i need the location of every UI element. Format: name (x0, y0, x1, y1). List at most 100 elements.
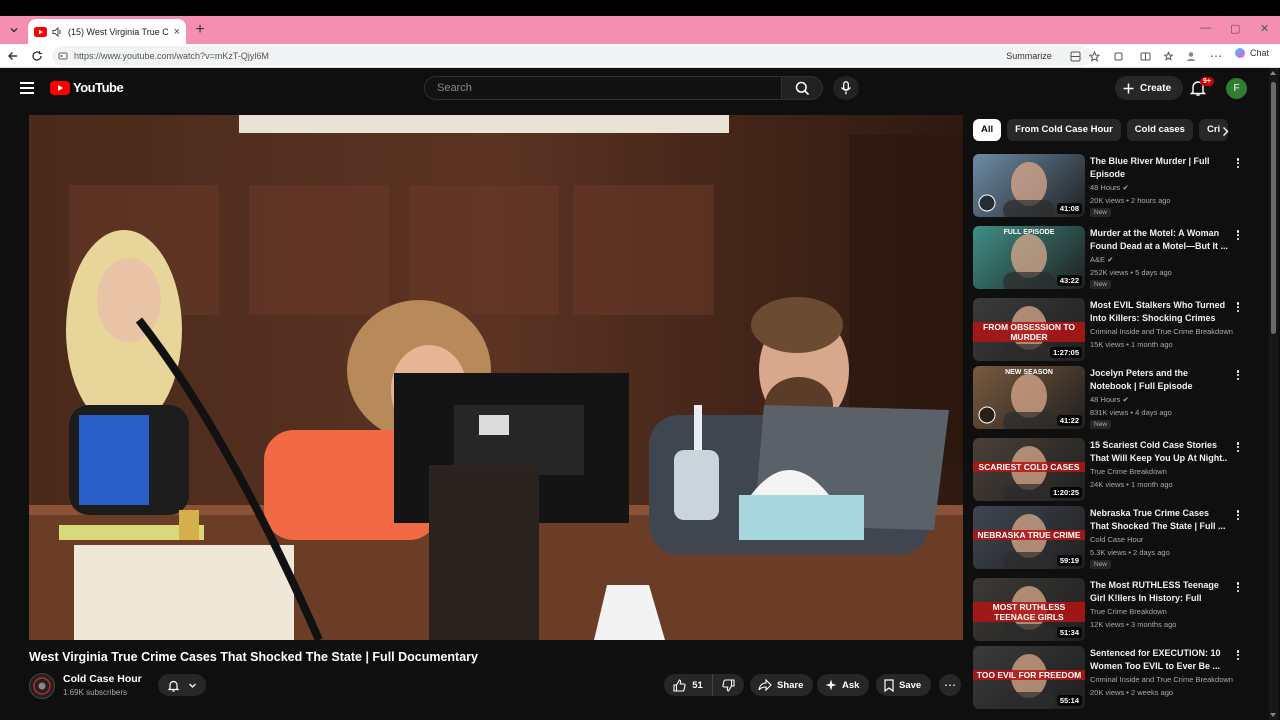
voice-search-button[interactable] (833, 76, 859, 100)
video-thumbnail[interactable]: FULL EPISODE 43:22 (973, 226, 1085, 289)
recommendation-channel[interactable]: Cold Case Hour (1090, 535, 1245, 544)
more-actions-button[interactable]: ⋯ (939, 674, 961, 696)
recommendation-channel[interactable]: Criminal Inside and True Crime Breakdown (1090, 675, 1245, 684)
menu-icon[interactable] (20, 82, 34, 94)
recommendation-menu-icon[interactable] (1232, 156, 1244, 170)
recommendation-channel[interactable]: 48 Hours ✔ (1090, 183, 1245, 192)
channel-name[interactable]: Cold Case Hour (63, 673, 142, 685)
tab-list-button[interactable] (5, 21, 23, 39)
maximize-icon[interactable]: ▢ (1230, 22, 1240, 35)
summarize-button[interactable]: Summarize (998, 48, 1060, 64)
recommendation-title[interactable]: The Blue River Murder | Full Episode (1090, 155, 1228, 181)
recommendation-title[interactable]: The Most RUTHLESS Teenage Girl K!llers I… (1090, 579, 1228, 605)
extension-icon[interactable] (1067, 48, 1083, 64)
video-thumbnail[interactable]: TOO EVIL FOR FREEDOM 55:14 (973, 646, 1085, 709)
video-thumbnail[interactable]: SCARIEST COLD CASES 1:20:25 (973, 438, 1085, 501)
new-badge: New (1090, 560, 1112, 569)
recommendation-meta: 20K views • 2 weeks ago (1090, 688, 1174, 697)
browser-tab-active[interactable]: (15) West Virginia True Crime × (28, 19, 186, 44)
chevron-right-icon (1222, 126, 1228, 136)
scrollbar-thumb[interactable] (1271, 82, 1276, 334)
new-badge: New (1090, 420, 1112, 429)
favorites-icon[interactable] (1160, 48, 1176, 64)
tab-close-icon[interactable]: × (174, 26, 180, 38)
filter-chip[interactable]: All (973, 119, 1002, 141)
recommendation-item[interactable]: 41:08 The Blue River Murder | Full Episo… (973, 154, 1249, 218)
recommendation-menu-icon[interactable] (1232, 228, 1244, 242)
video-thumbnail[interactable]: FROM OBSESSION TO MURDER 1:27:05 (973, 298, 1085, 361)
scroll-up-icon[interactable] (1270, 71, 1276, 75)
share-label: Share (777, 679, 804, 691)
recommendation-channel[interactable]: A&E ✔ (1090, 255, 1245, 264)
recommendation-title[interactable]: Murder at the Motel: A Woman Found Dead … (1090, 227, 1228, 253)
subscription-bell-button[interactable] (158, 674, 206, 696)
page-scrollbar[interactable] (1269, 68, 1278, 720)
recommendation-channel[interactable]: True Crime Breakdown (1090, 467, 1245, 476)
star-icon[interactable] (1086, 48, 1102, 64)
chat-button[interactable]: Chat (1234, 47, 1269, 59)
speaker-icon[interactable] (52, 26, 63, 37)
create-button[interactable]: Create (1115, 76, 1184, 100)
dislike-button[interactable] (713, 674, 744, 696)
account-avatar[interactable]: F (1226, 78, 1247, 99)
site-info-icon[interactable] (58, 51, 68, 61)
recommendation-item[interactable]: MOST RUTHLESS TEENAGE GIRLS 51:34 The Mo… (973, 578, 1249, 642)
recommendation-menu-icon[interactable] (1232, 508, 1244, 522)
recommendation-item[interactable]: FULL EPISODE 43:22 Murder at the Motel: … (973, 226, 1249, 290)
recommendation-item[interactable]: SCARIEST COLD CASES 1:20:25 15 Scariest … (973, 438, 1249, 502)
recommendation-channel-name: True Crime Breakdown (1090, 467, 1167, 476)
recommendation-item[interactable]: NEW SEASON 41:22 Jocelyn Peters and the … (973, 366, 1249, 430)
recommendation-item[interactable]: TOO EVIL FOR FREEDOM 55:14 Sentenced for… (973, 646, 1249, 710)
video-thumbnail[interactable]: 41:08 (973, 154, 1085, 217)
scroll-down-icon[interactable] (1270, 713, 1276, 717)
search-input[interactable]: Search (424, 76, 782, 100)
refresh-page-icon[interactable] (1110, 48, 1126, 64)
recommendation-menu-icon[interactable] (1232, 300, 1244, 314)
minimize-icon[interactable]: — (1200, 22, 1211, 34)
recommendation-channel[interactable]: Criminal Inside and True Crime Breakdown (1090, 327, 1245, 336)
recommendation-channel-name: Criminal Inside and True Crime Breakdown (1090, 327, 1233, 336)
recommendation-menu-icon[interactable] (1232, 440, 1244, 454)
video-thumbnail[interactable]: NEW SEASON 41:22 (973, 366, 1085, 429)
recommendation-title[interactable]: Jocelyn Peters and the Notebook | Full E… (1090, 367, 1228, 393)
recommendation-meta: 5.3K views • 2 days ago (1090, 548, 1170, 557)
like-dislike-group: 51 (664, 674, 744, 696)
recommendation-item[interactable]: NEBRASKA TRUE CRIME 59:19 Nebraska True … (973, 506, 1249, 570)
recommendation-channel[interactable]: 48 Hours ✔ (1090, 395, 1245, 404)
recommendation-item[interactable]: FROM OBSESSION TO MURDER 1:27:05 Most EV… (973, 298, 1249, 362)
filter-chip[interactable]: From Cold Case Hour (1007, 119, 1121, 141)
search-button[interactable] (781, 76, 823, 100)
save-button[interactable]: Save (876, 674, 932, 696)
share-button[interactable]: Share (750, 674, 814, 696)
ask-button[interactable]: Ask (817, 674, 870, 696)
new-tab-button[interactable]: + (192, 21, 208, 39)
browser-toolbar: https://www.youtube.com/watch?v=mKzT-Qjy… (0, 44, 1280, 68)
channel-avatar[interactable] (29, 673, 55, 699)
recommendation-title[interactable]: 15 Scariest Cold Case Stories That Will … (1090, 439, 1228, 465)
recommendation-title[interactable]: Sentenced for EXECUTION: 10 Women Too EV… (1090, 647, 1228, 673)
recommendation-menu-icon[interactable] (1232, 368, 1244, 382)
filter-chip[interactable]: Cold cases (1126, 119, 1193, 141)
chevron-down-icon (189, 683, 196, 688)
video-duration: 1:27:05 (1050, 347, 1082, 358)
recommendation-channel[interactable]: True Crime Breakdown (1090, 607, 1245, 616)
window-close-icon[interactable]: ✕ (1260, 22, 1269, 35)
split-screen-icon[interactable] (1137, 48, 1153, 64)
like-button[interactable]: 51 (664, 674, 713, 696)
youtube-logo[interactable]: YouTube (50, 80, 124, 95)
video-thumbnail[interactable]: MOST RUTHLESS TEENAGE GIRLS 51:34 (973, 578, 1085, 641)
notification-count-badge: 9+ (1200, 77, 1214, 86)
more-options-icon[interactable]: ⋯ (1208, 48, 1224, 64)
recommendation-menu-icon[interactable] (1232, 648, 1244, 662)
chips-next-button[interactable] (1216, 122, 1234, 140)
address-bar[interactable]: https://www.youtube.com/watch?v=mKzT-Qjy… (52, 46, 1092, 66)
recommendation-title[interactable]: Nebraska True Crime Cases That Shocked T… (1090, 507, 1228, 533)
back-button[interactable] (5, 48, 21, 64)
channel-watermark-icon (978, 406, 996, 424)
reload-button[interactable] (29, 48, 45, 64)
recommendation-menu-icon[interactable] (1232, 580, 1244, 594)
collections-icon[interactable] (1183, 48, 1199, 64)
video-thumbnail[interactable]: NEBRASKA TRUE CRIME 59:19 (973, 506, 1085, 569)
video-player[interactable] (29, 115, 963, 640)
recommendation-title[interactable]: Most EVIL Stalkers Who Turned Into Kille… (1090, 299, 1228, 325)
